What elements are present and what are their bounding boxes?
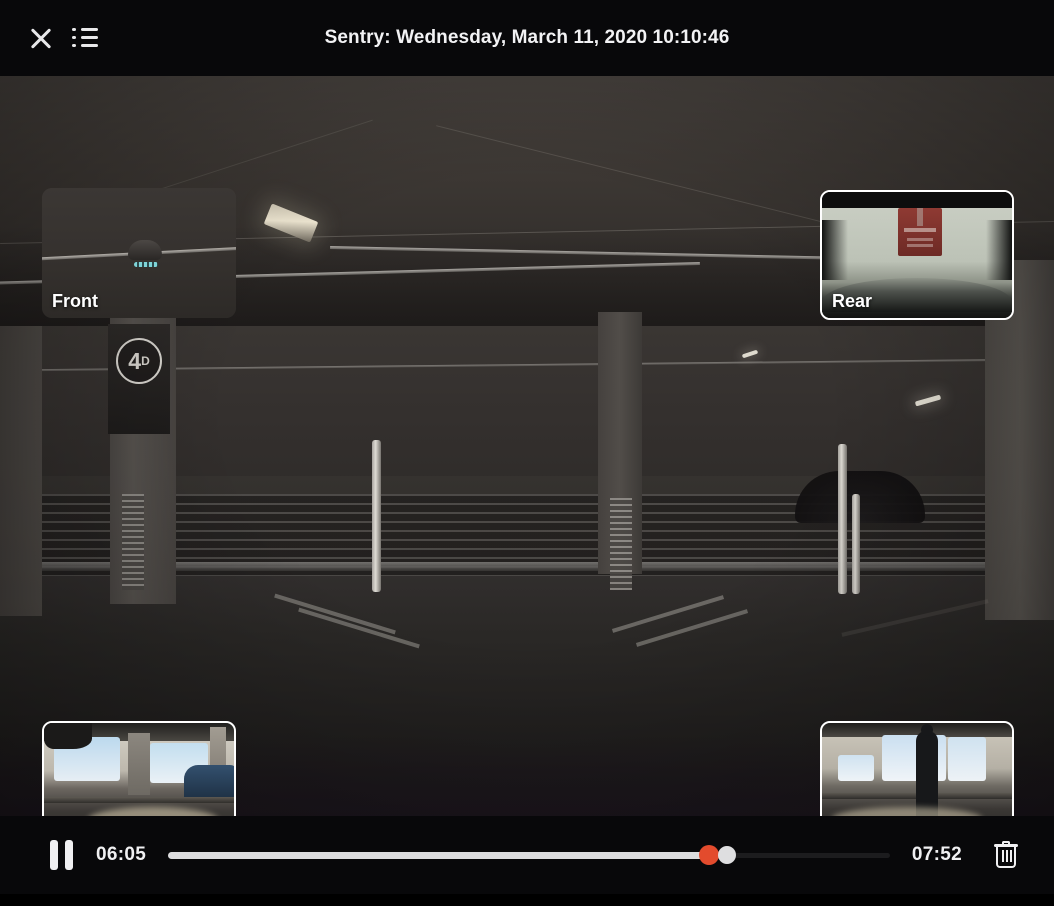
trash-icon	[994, 841, 1018, 869]
close-icon	[28, 25, 54, 51]
clip-list-button[interactable]	[63, 16, 107, 60]
footer-strip	[0, 894, 1054, 906]
progress-fill	[168, 852, 710, 859]
progress-slider[interactable]	[168, 835, 890, 875]
pause-button[interactable]	[38, 832, 84, 878]
camera-thumbnail-left[interactable]: Left	[42, 721, 236, 816]
camera-thumbnail-front[interactable]: Front	[42, 188, 236, 318]
close-button[interactable]	[19, 16, 63, 60]
sentry-viewer: Sentry: Wednesday, March 11, 2020 10:10:…	[0, 0, 1054, 906]
delete-button[interactable]	[984, 833, 1028, 877]
camera-thumbnail-right[interactable]: Right	[820, 721, 1014, 816]
event-marker[interactable]	[699, 845, 720, 865]
video-stage[interactable]: 4D Front	[0, 76, 1054, 816]
camera-thumbnail-rear[interactable]: Rear	[820, 190, 1014, 320]
camera-label-front: Front	[52, 291, 98, 311]
top-bar: Sentry: Wednesday, March 11, 2020 10:10:…	[0, 0, 1054, 76]
total-time: 07:52	[911, 844, 962, 865]
elapsed-time: 06:05	[96, 844, 147, 865]
thumbnail-image-right	[822, 723, 1012, 816]
thumbnail-image-left	[44, 723, 234, 816]
progress-handle[interactable]	[718, 846, 737, 864]
list-icon	[72, 27, 98, 48]
pause-icon-bar	[64, 840, 73, 870]
main-camera-view: 4D	[0, 76, 1054, 816]
playback-controls: 06:05 07:52	[0, 816, 1054, 894]
page-title: Sentry: Wednesday, March 11, 2020 10:10:…	[324, 27, 730, 48]
scene-vignette	[0, 76, 1054, 816]
camera-label-rear: Rear	[832, 291, 873, 311]
pause-icon-bar	[49, 840, 58, 870]
